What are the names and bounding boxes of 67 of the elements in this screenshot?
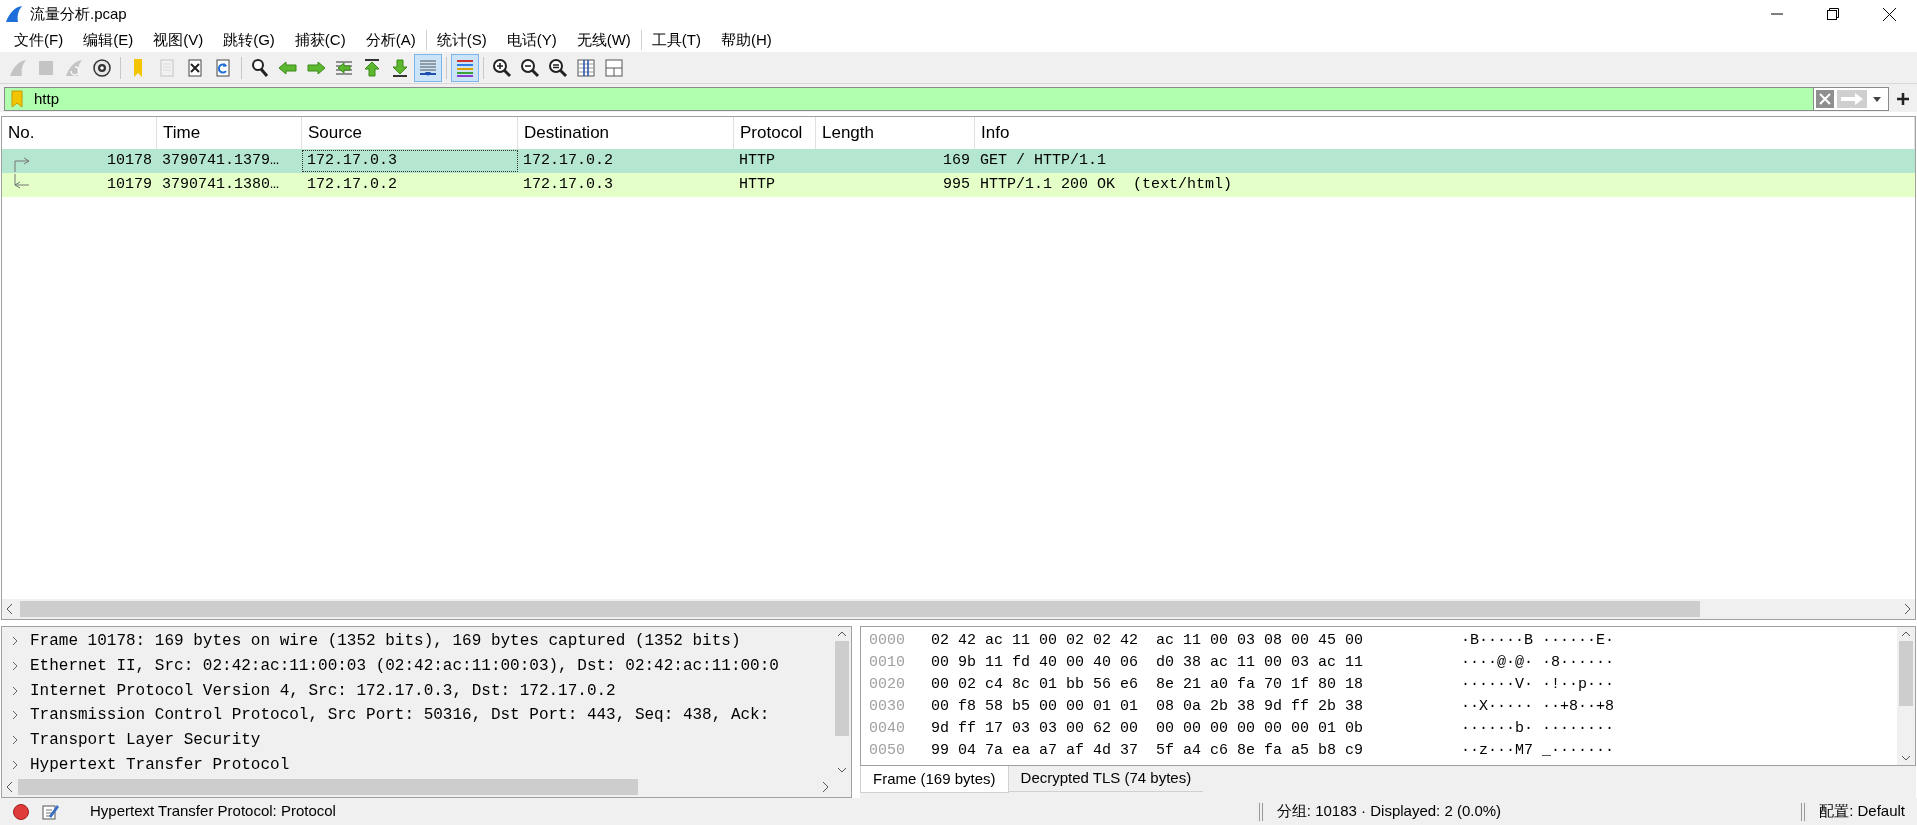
hex-bytes: 00 9b 11 fd 40 00 40 06 d0 38 ac 11 00 03 ac 11: [931, 652, 1365, 673]
packet-row[interactable]: 10178 3790741.1379… 172.17.0.3 172.17.0.2 HTTP 169 GET / HTTP/1.1: [2, 149, 1915, 173]
offset-text: 0010: [868, 652, 906, 673]
status-text: Hypertext Transfer Protocol: Protocol: [90, 801, 336, 822]
hex-bytes: 00 f8 58 b5 00 00 01 01 08 0a 2b 38 9d ff 2b 38: [931, 696, 1365, 717]
menu-item[interactable]: 文件(F): [4, 26, 74, 54]
ascii-text: ··X····· ··+8··+8: [1461, 696, 1615, 717]
table-cell-text: GET / HTTP/1.1: [980, 150, 1107, 171]
packet-row[interactable]: 10179 3790741.1380… 172.17.0.2 172.17.0.3 HTTP 995 HTTP/1.1 200 OK (text/html): [2, 173, 1915, 197]
close-icon[interactable]: [1882, 7, 1896, 21]
expert-info-icon[interactable]: [12, 802, 30, 821]
offset-text: 0040: [868, 718, 906, 739]
tree-item[interactable]: Transport Layer Security: [30, 728, 261, 752]
tree-item[interactable]: Internet Protocol Version 4, Src: 172.17.0.3, Dst: 172.17.0.2: [30, 678, 616, 703]
ascii-text: ··z···M7 _·······: [1461, 740, 1615, 761]
menu-item[interactable]: 帮助(H): [710, 26, 782, 54]
ascii-text: ····@·@· ·8······: [1461, 652, 1615, 673]
table-cell-text: HTTP: [739, 150, 775, 171]
menu-item[interactable]: 捕获(C): [284, 26, 356, 54]
table-cell-text: 172.17.0.2: [307, 174, 397, 195]
table-cell-text: 169: [943, 150, 970, 171]
clear-icon[interactable]: [1816, 90, 1834, 108]
tree-item[interactable]: Hypertext Transfer Protocol: [30, 752, 290, 777]
offset-text: 0030: [868, 696, 906, 717]
packet-count: 分组: 10183 · Displayed: 2 (0.0%): [1276, 801, 1502, 822]
offset-text: 0050: [868, 740, 906, 761]
menu-item[interactable]: 统计(S): [426, 26, 497, 54]
table-cell-text: 10179: [107, 174, 152, 195]
menu-item[interactable]: 工具(T): [641, 26, 711, 54]
hex-bytes: 00 02 c4 8c 01 bb 56 e6 8e 21 a0 fa 70 1f 80 18: [931, 674, 1365, 695]
menu-item[interactable]: 分析(A): [355, 26, 426, 54]
table-cell-text: 995: [943, 174, 970, 195]
menu-item[interactable]: 跳转(G): [213, 26, 285, 54]
tab[interactable]: Frame (169 bytes): [860, 766, 1009, 793]
table-cell-text: HTTP: [739, 174, 775, 195]
tree-item[interactable]: Transmission Control Protocol, Src Port: 50316, Dst Port: 443, Seq: 438, Ack:: [30, 703, 770, 728]
ascii-text: ······b· ········: [1461, 718, 1615, 739]
ascii-text: ······V· ·!··p···: [1461, 674, 1615, 695]
table-cell-text: 3790741.1380…: [162, 174, 280, 195]
table-cell-text: 172.17.0.3: [307, 150, 397, 171]
menu-item[interactable]: 无线(W): [566, 26, 641, 54]
vertical-scrollbar[interactable]: [1897, 627, 1915, 765]
offset-text: 0000: [868, 630, 906, 651]
window-title: 流量分析.pcap: [30, 3, 127, 24]
menu-item[interactable]: 视图(V): [143, 26, 214, 54]
horizontal-scrollbar[interactable]: [2, 599, 1915, 619]
colorize-icon[interactable]: [451, 53, 479, 82]
filter-field[interactable]: http: [4, 87, 1889, 111]
table-cell-text: 172.17.0.2: [523, 150, 613, 171]
ascii-text: ·B·····B ······E·: [1461, 630, 1615, 651]
table-cell-text: 172.17.0.3: [523, 174, 613, 195]
offset-text: 0020: [868, 674, 906, 695]
hex-bytes: 02 42 ac 11 00 02 02 42 ac 11 00 03 08 00 45 00: [931, 630, 1365, 651]
tree-item[interactable]: Frame 10178: 169 bytes on wire (1352 bits), 169 bytes captured (1352 bits): [30, 629, 741, 654]
profile-label[interactable]: 配置: Default: [1819, 800, 1905, 823]
filter-text: http: [34, 88, 60, 109]
menu-item[interactable]: 编辑(E): [73, 26, 144, 54]
restore-icon[interactable]: [1827, 8, 1839, 20]
hex-bytes: 9d ff 17 03 03 00 62 00 00 00 00 00 00 00 01 0b: [931, 718, 1365, 739]
hex-bytes: 99 04 7a ea a7 af 4d 37 5f a4 c6 8e fa a5 b8 c9: [931, 740, 1365, 761]
table-cell-text: 10178: [107, 150, 152, 171]
autoscroll-icon[interactable]: [414, 53, 442, 82]
table-cell-text: HTTP/1.1 200 OK (text/html): [980, 174, 1233, 195]
app-icon: [4, 4, 24, 24]
menu-item[interactable]: 电话(Y): [496, 26, 567, 54]
tree-item[interactable]: Ethernet II, Src: 02:42:ac:11:00:03 (02:42:ac:11:00:03), Dst: 02:42:ac:11:00:0: [30, 654, 779, 678]
table-cell-text: 3790741.1379…: [162, 150, 280, 171]
